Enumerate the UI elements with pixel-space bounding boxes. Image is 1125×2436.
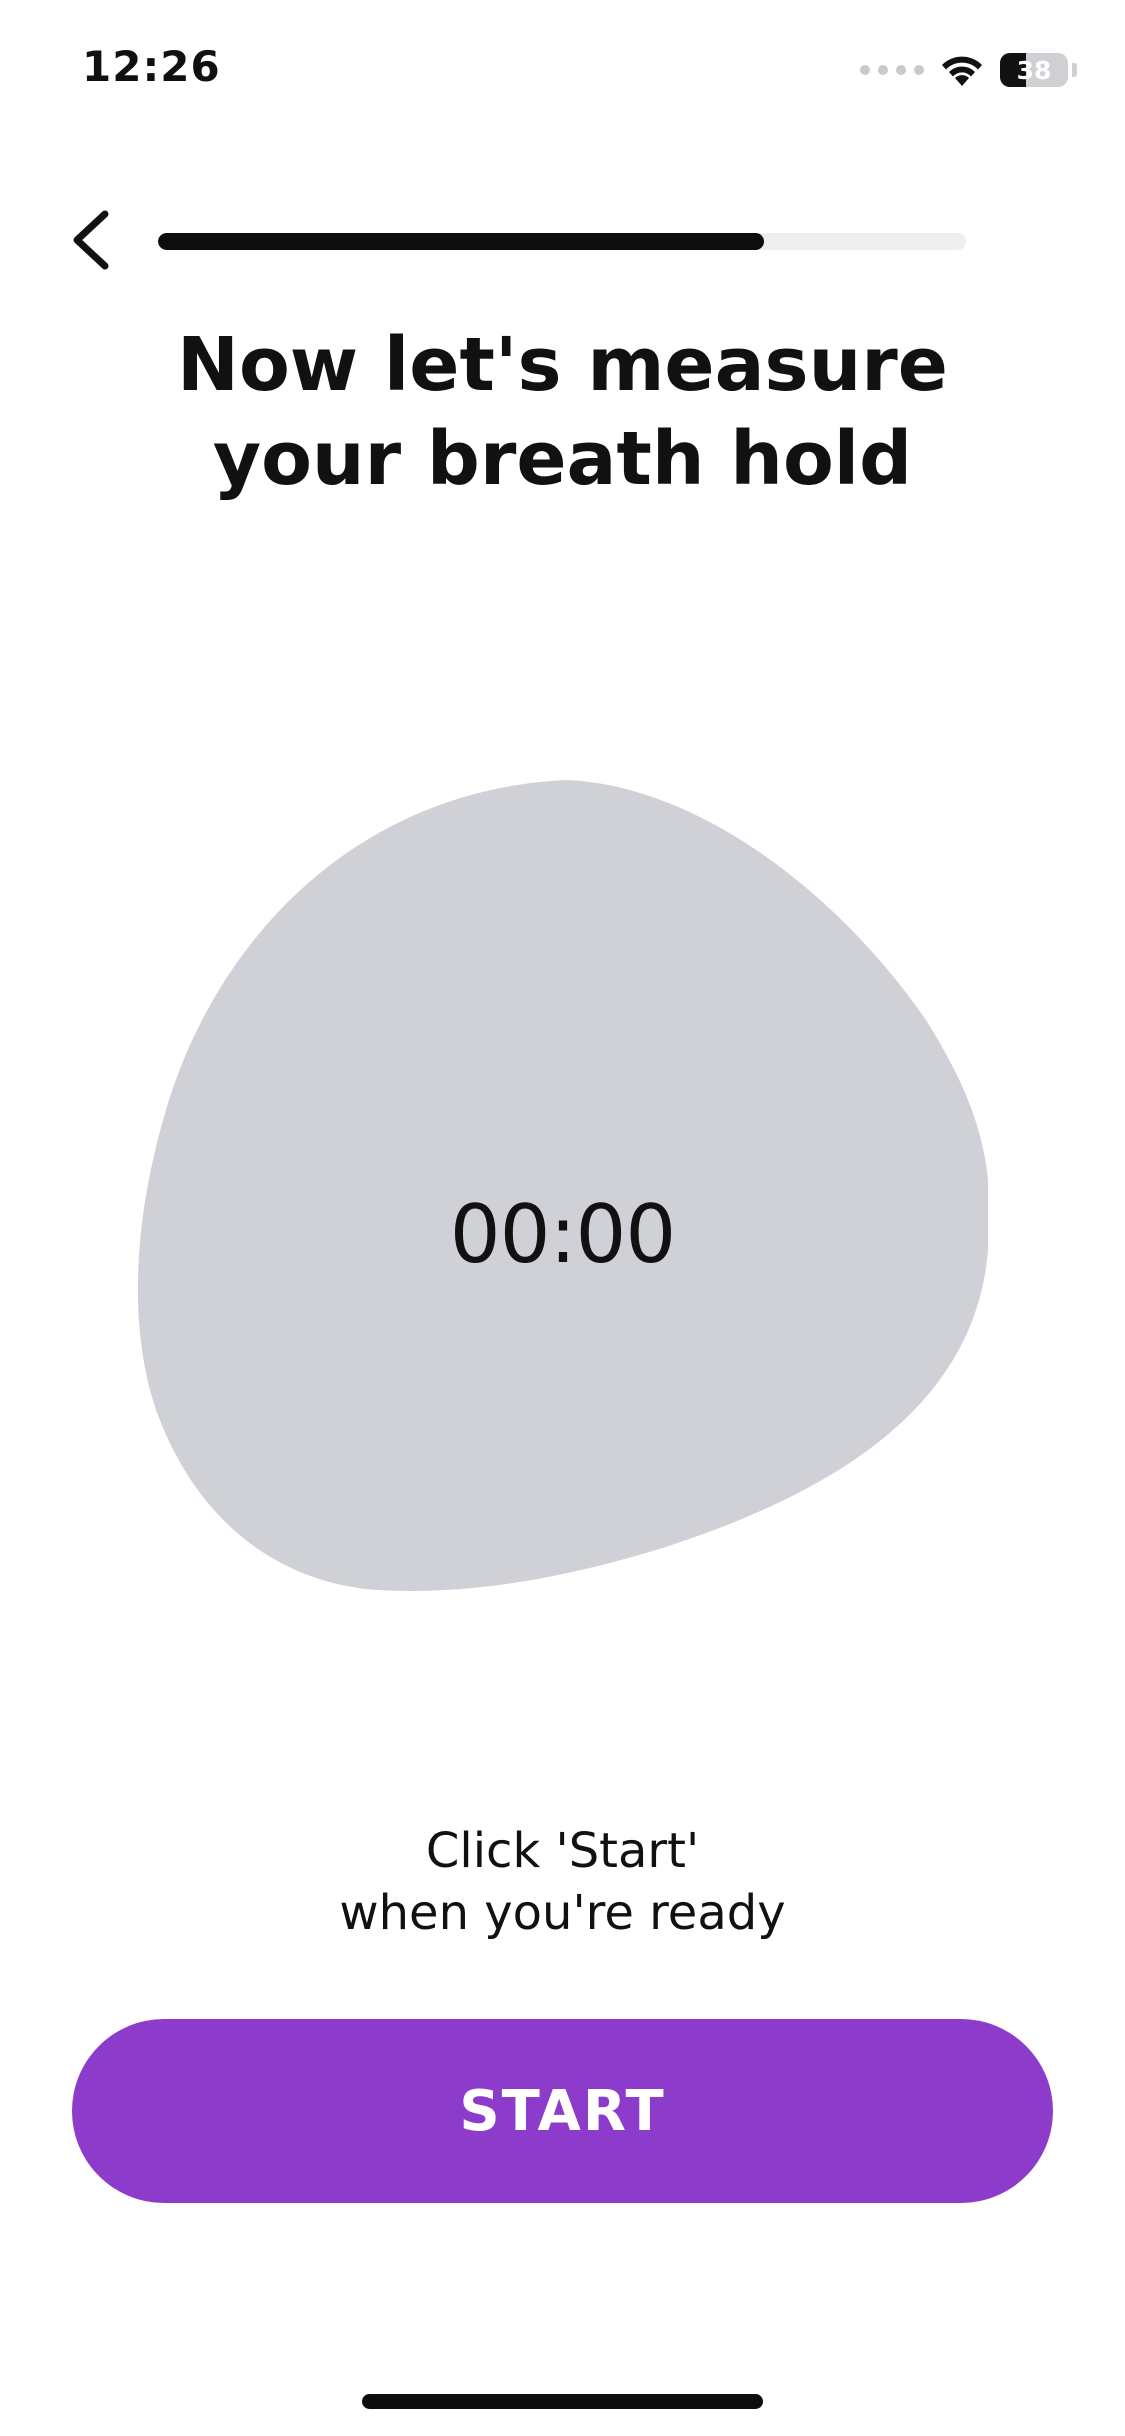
onboarding-progress-bar xyxy=(158,233,966,250)
onboarding-progress-fill xyxy=(158,233,764,250)
status-bar: 12:26 38 xyxy=(0,0,1125,140)
status-time: 12:26 xyxy=(82,42,221,91)
page-title-line2: your breath hold xyxy=(212,416,913,502)
page-title: Now let's measure your breath hold xyxy=(0,318,1125,506)
battery-icon: 38 xyxy=(1000,53,1068,87)
status-icons: 38 xyxy=(860,48,1077,92)
blob-path xyxy=(137,780,988,1591)
battery-level-text: 38 xyxy=(1016,55,1052,85)
start-button[interactable]: START xyxy=(72,2019,1053,2203)
signal-dots-icon xyxy=(860,65,924,75)
chevron-left-icon xyxy=(73,210,109,270)
battery-cap xyxy=(1072,63,1077,77)
home-indicator[interactable] xyxy=(362,2394,763,2409)
back-button[interactable] xyxy=(58,208,122,272)
instruction-line2: when you're ready xyxy=(339,1885,786,1941)
instruction-line1: Click 'Start' xyxy=(425,1823,700,1879)
instruction-text: Click 'Start' when you're ready xyxy=(0,1820,1125,1944)
wifi-icon xyxy=(942,56,982,86)
timer-display: 00:00 xyxy=(449,1188,677,1281)
page-title-line1: Now let's measure xyxy=(177,322,948,408)
